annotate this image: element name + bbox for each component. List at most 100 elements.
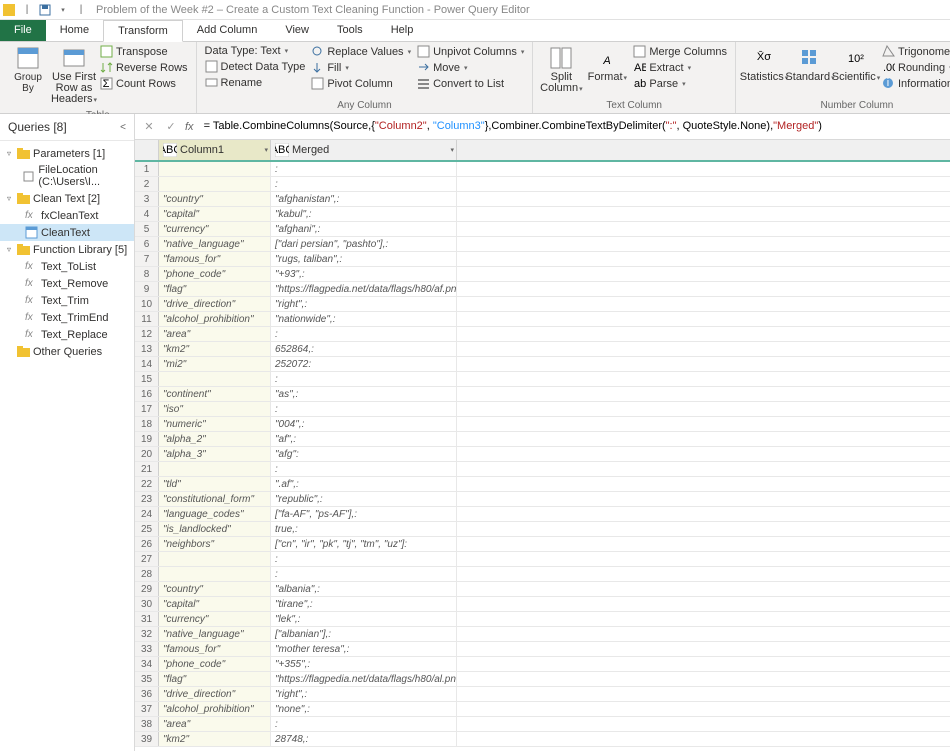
table-row[interactable]: 4"capital""kabul",: — [135, 207, 950, 222]
svg-text:X̄σ: X̄σ — [757, 50, 771, 63]
standard-button[interactable]: Standard▾ — [788, 44, 832, 86]
table-row[interactable]: 12"area": — [135, 327, 950, 342]
table-row[interactable]: 19"alpha_2""af",: — [135, 432, 950, 447]
parse-button[interactable]: abcParse▾ — [631, 76, 729, 91]
statistics-button[interactable]: X̄σStatistics▾ — [742, 44, 786, 86]
table-row[interactable]: 33"famous_for""mother teresa",: — [135, 642, 950, 657]
rename-button[interactable]: Rename — [203, 75, 308, 90]
query-item[interactable]: Other Queries — [0, 343, 134, 360]
table-row[interactable]: 9"flag""https://flagpedia.net/data/flags… — [135, 282, 950, 297]
table-row[interactable]: 24"language_codes"["fa-AF", "ps-AF"],: — [135, 507, 950, 522]
fill-button[interactable]: Fill▾ — [309, 60, 413, 75]
table-row[interactable]: 2: — [135, 177, 950, 192]
table-row[interactable]: 36"drive_direction""right",: — [135, 687, 950, 702]
table-row[interactable]: 6"native_language"["dari persian", "pash… — [135, 237, 950, 252]
split-column-button[interactable]: Split Column▾ — [539, 44, 583, 97]
count-rows-button[interactable]: ΣCount Rows — [98, 76, 190, 91]
query-item[interactable]: fxText_Replace — [0, 326, 134, 343]
scientific-button[interactable]: 10²Scientific▾ — [834, 44, 878, 86]
table-row[interactable]: 39"km2"28748,: — [135, 732, 950, 747]
table-row[interactable]: 20"alpha_3""afg": — [135, 447, 950, 462]
query-item[interactable]: fxText_Remove — [0, 275, 134, 292]
trig-button[interactable]: Trigonometry▾ — [880, 44, 950, 59]
table-row[interactable]: 1: — [135, 162, 950, 177]
data-type-button[interactable]: Data Type: Text▾ — [203, 44, 308, 58]
filter-icon[interactable]: ▾ — [264, 146, 268, 154]
convert-list-button[interactable]: Convert to List — [415, 76, 526, 91]
table-row[interactable]: 31"currency""lek",: — [135, 612, 950, 627]
column-header-1[interactable]: ABCColumn1▾ — [159, 140, 271, 160]
table-row[interactable]: 21: — [135, 462, 950, 477]
fx-icon[interactable]: fx — [185, 121, 194, 133]
rounding-button[interactable]: .00Rounding▾ — [880, 60, 950, 75]
formula-cancel[interactable]: ✕ — [141, 119, 157, 135]
detect-type-button[interactable]: Detect Data Type — [203, 59, 308, 74]
formula-text[interactable]: = Table.CombineColumns(Source,{"Column2"… — [200, 118, 944, 135]
query-item[interactable]: ▿Function Library [5] — [0, 241, 134, 258]
tab-add-column[interactable]: Add Column — [183, 20, 272, 41]
query-item[interactable]: fxText_TrimEnd — [0, 309, 134, 326]
format-button[interactable]: AFormat▾ — [585, 44, 629, 86]
table-row[interactable]: 32"native_language"["albanian"],: — [135, 627, 950, 642]
table-row[interactable]: 29"country""albania",: — [135, 582, 950, 597]
table-row[interactable]: 23"constitutional_form""republic",: — [135, 492, 950, 507]
table-row[interactable]: 34"phone_code""+355",: — [135, 657, 950, 672]
collapse-icon[interactable]: < — [120, 122, 126, 133]
query-item[interactable]: fxText_ToList — [0, 258, 134, 275]
save-icon[interactable] — [38, 3, 52, 17]
table-row[interactable]: 17"iso": — [135, 402, 950, 417]
table-row[interactable]: 18"numeric""004",: — [135, 417, 950, 432]
merge-columns-button[interactable]: Merge Columns — [631, 44, 729, 59]
pivot-button[interactable]: Pivot Column — [309, 76, 413, 91]
table-row[interactable]: 27: — [135, 552, 950, 567]
formula-commit[interactable]: ✓ — [163, 119, 179, 135]
table-row[interactable]: 5"currency""afghani",: — [135, 222, 950, 237]
tab-help[interactable]: Help — [377, 20, 428, 41]
table-row[interactable]: 38"area": — [135, 717, 950, 732]
type-icon[interactable]: ABC — [275, 143, 289, 157]
table-row[interactable]: 3"country""afghanistan",: — [135, 192, 950, 207]
table-row[interactable]: 15: — [135, 372, 950, 387]
data-grid[interactable]: ABCColumn1▾ ABCMerged▾ 1:2:3"country""af… — [135, 140, 950, 751]
table-row[interactable]: 35"flag""https://flagpedia.net/data/flag… — [135, 672, 950, 687]
table-row[interactable]: 22"tld"".af",: — [135, 477, 950, 492]
reverse-rows-button[interactable]: Reverse Rows — [98, 60, 190, 75]
replace-values-button[interactable]: Replace Values▾ — [309, 44, 413, 59]
information-button[interactable]: iInformation▾ — [880, 76, 950, 91]
qat-dropdown[interactable]: ▾ — [56, 3, 70, 17]
table-row[interactable]: 11"alcohol_prohibition""nationwide",: — [135, 312, 950, 327]
table-row[interactable]: 37"alcohol_prohibition""none",: — [135, 702, 950, 717]
table-row[interactable]: 16"continent""as",: — [135, 387, 950, 402]
table-row[interactable]: 14"mi2"252072: — [135, 357, 950, 372]
tab-view[interactable]: View — [271, 20, 323, 41]
column-header-2[interactable]: ABCMerged▾ — [271, 140, 457, 160]
table-row[interactable]: 8"phone_code""+93",: — [135, 267, 950, 282]
query-item[interactable]: ▿Clean Text [2] — [0, 190, 134, 207]
table-row[interactable]: 10"drive_direction""right",: — [135, 297, 950, 312]
type-icon[interactable]: ABC — [163, 143, 177, 157]
table-row[interactable]: 30"capital""tirane",: — [135, 597, 950, 612]
table-row[interactable]: 7"famous_for""rugs, taliban",: — [135, 252, 950, 267]
queries-header[interactable]: Queries [8]< — [0, 114, 134, 141]
query-item[interactable]: fxfxCleanText — [0, 207, 134, 224]
move-button[interactable]: Move▾ — [415, 60, 526, 75]
table-row[interactable]: 25"is_landlocked"true,: — [135, 522, 950, 537]
transpose-button[interactable]: Transpose — [98, 44, 190, 59]
select-all-corner[interactable] — [135, 140, 159, 160]
tab-tools[interactable]: Tools — [323, 20, 377, 41]
query-item[interactable]: ▿Parameters [1] — [0, 145, 134, 162]
tab-file[interactable]: File — [0, 20, 46, 41]
unpivot-button[interactable]: Unpivot Columns▾ — [415, 44, 526, 59]
query-item[interactable]: FileLocation (C:\Users\I... — [0, 162, 134, 190]
query-item[interactable]: fxText_Trim — [0, 292, 134, 309]
table-row[interactable]: 26"neighbors"["cn", "ir", "pk", "tj", "t… — [135, 537, 950, 552]
tab-transform[interactable]: Transform — [103, 20, 183, 42]
filter-icon[interactable]: ▾ — [450, 146, 454, 154]
extract-button[interactable]: ABCExtract▾ — [631, 60, 729, 75]
query-item[interactable]: CleanText — [0, 224, 134, 241]
table-row[interactable]: 13"km2"652864,: — [135, 342, 950, 357]
group-by-button[interactable]: Group By — [6, 44, 50, 96]
use-headers-button[interactable]: Use First Row as Headers▾ — [52, 44, 96, 108]
tab-home[interactable]: Home — [46, 20, 103, 41]
table-row[interactable]: 28: — [135, 567, 950, 582]
